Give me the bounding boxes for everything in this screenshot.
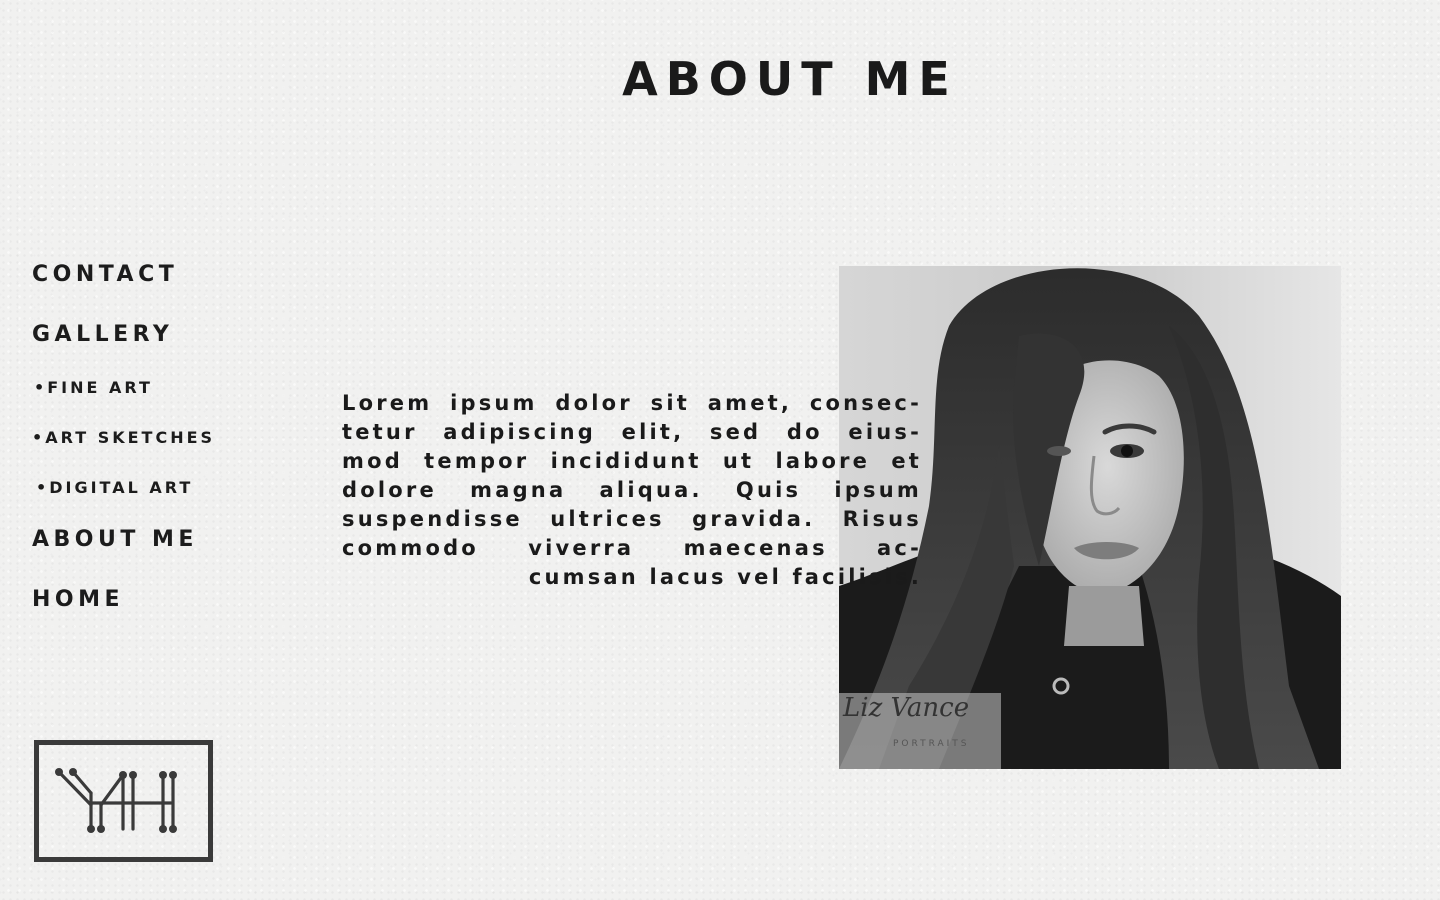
bio-line: mod tempor incididunt ut labore et — [342, 449, 922, 473]
nav-item-home[interactable]: HOME — [32, 587, 124, 612]
bio-line: Lorem ipsum dolor sit amet, consec- — [342, 391, 922, 415]
bio-line: commodo viverra maecenas ac- — [342, 536, 922, 560]
bio-text: Lorem ipsum dolor sit amet, consec- tetu… — [342, 389, 922, 592]
photographer-watermark: Liz Vance PORTRAITS — [839, 693, 1001, 769]
bio-line: tetur adipiscing elit, sed do eius- — [342, 420, 922, 444]
nav-item-art-sketches[interactable]: •ART SKETCHES — [32, 428, 215, 447]
nav-item-about-me[interactable]: ABOUT ME — [32, 527, 198, 552]
bio-line: dolore magna aliqua. Quis ipsum — [342, 478, 922, 502]
page-title: ABOUT ME — [622, 52, 958, 106]
nav-item-digital-art[interactable]: •DIGITAL ART — [36, 478, 193, 497]
nav-item-fine-art[interactable]: •FINE ART — [34, 378, 153, 397]
watermark-sub: PORTRAITS — [893, 739, 970, 749]
nav-item-gallery[interactable]: GALLERY — [32, 322, 173, 347]
bio-line: suspendisse ultrices gravida. Risus — [342, 507, 922, 531]
site-logo[interactable] — [34, 740, 213, 862]
watermark-name: Liz Vance — [843, 693, 970, 723]
monogram-icon — [55, 768, 177, 833]
bio-line: cumsan lacus vel facilisis. — [528, 565, 922, 589]
nav-item-contact[interactable]: CONTACT — [32, 262, 178, 287]
